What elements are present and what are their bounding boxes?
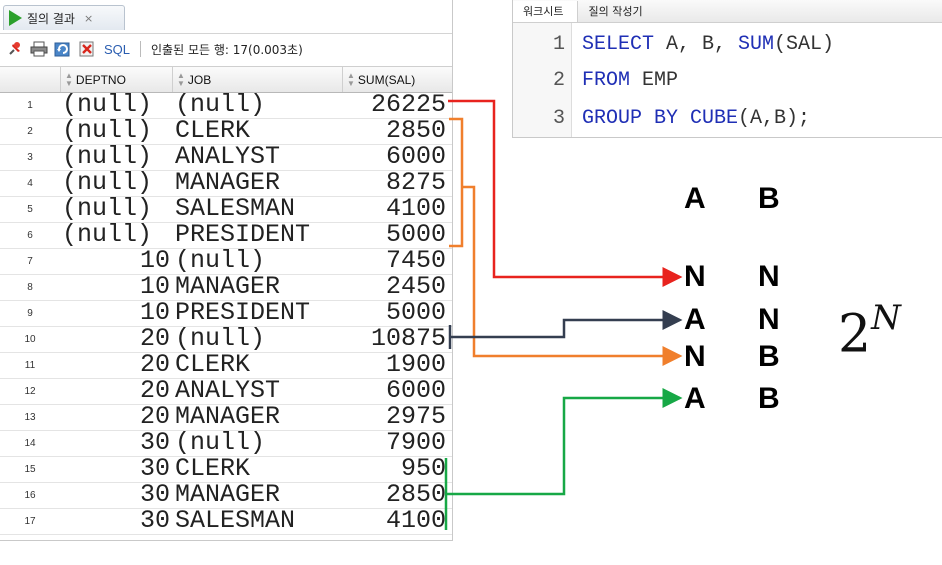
header-label-b: B (758, 182, 780, 215)
orange-bracket (449, 117, 464, 248)
power-formula: 2N (838, 298, 901, 365)
combo-3-first: N (684, 340, 706, 373)
connector-arrows (444, 99, 683, 530)
combo-1-first: N (684, 260, 706, 293)
combo-2-second: N (758, 303, 780, 336)
combo-4-second: B (758, 382, 780, 415)
combo-1-second: N (758, 260, 780, 293)
combo-2-first: A (684, 303, 706, 336)
green-connector-arrow (446, 388, 683, 496)
red-connector-arrow (448, 99, 683, 287)
formula-exponent: N (871, 298, 901, 338)
header-label-a: A (684, 182, 706, 215)
cube-annotation: A B N N A N N B A B 2N (0, 0, 942, 565)
combo-3-second: B (758, 340, 780, 373)
formula-base: 2 (838, 304, 872, 365)
navy-connector-arrow (450, 310, 683, 339)
combo-4-first: A (684, 382, 706, 415)
